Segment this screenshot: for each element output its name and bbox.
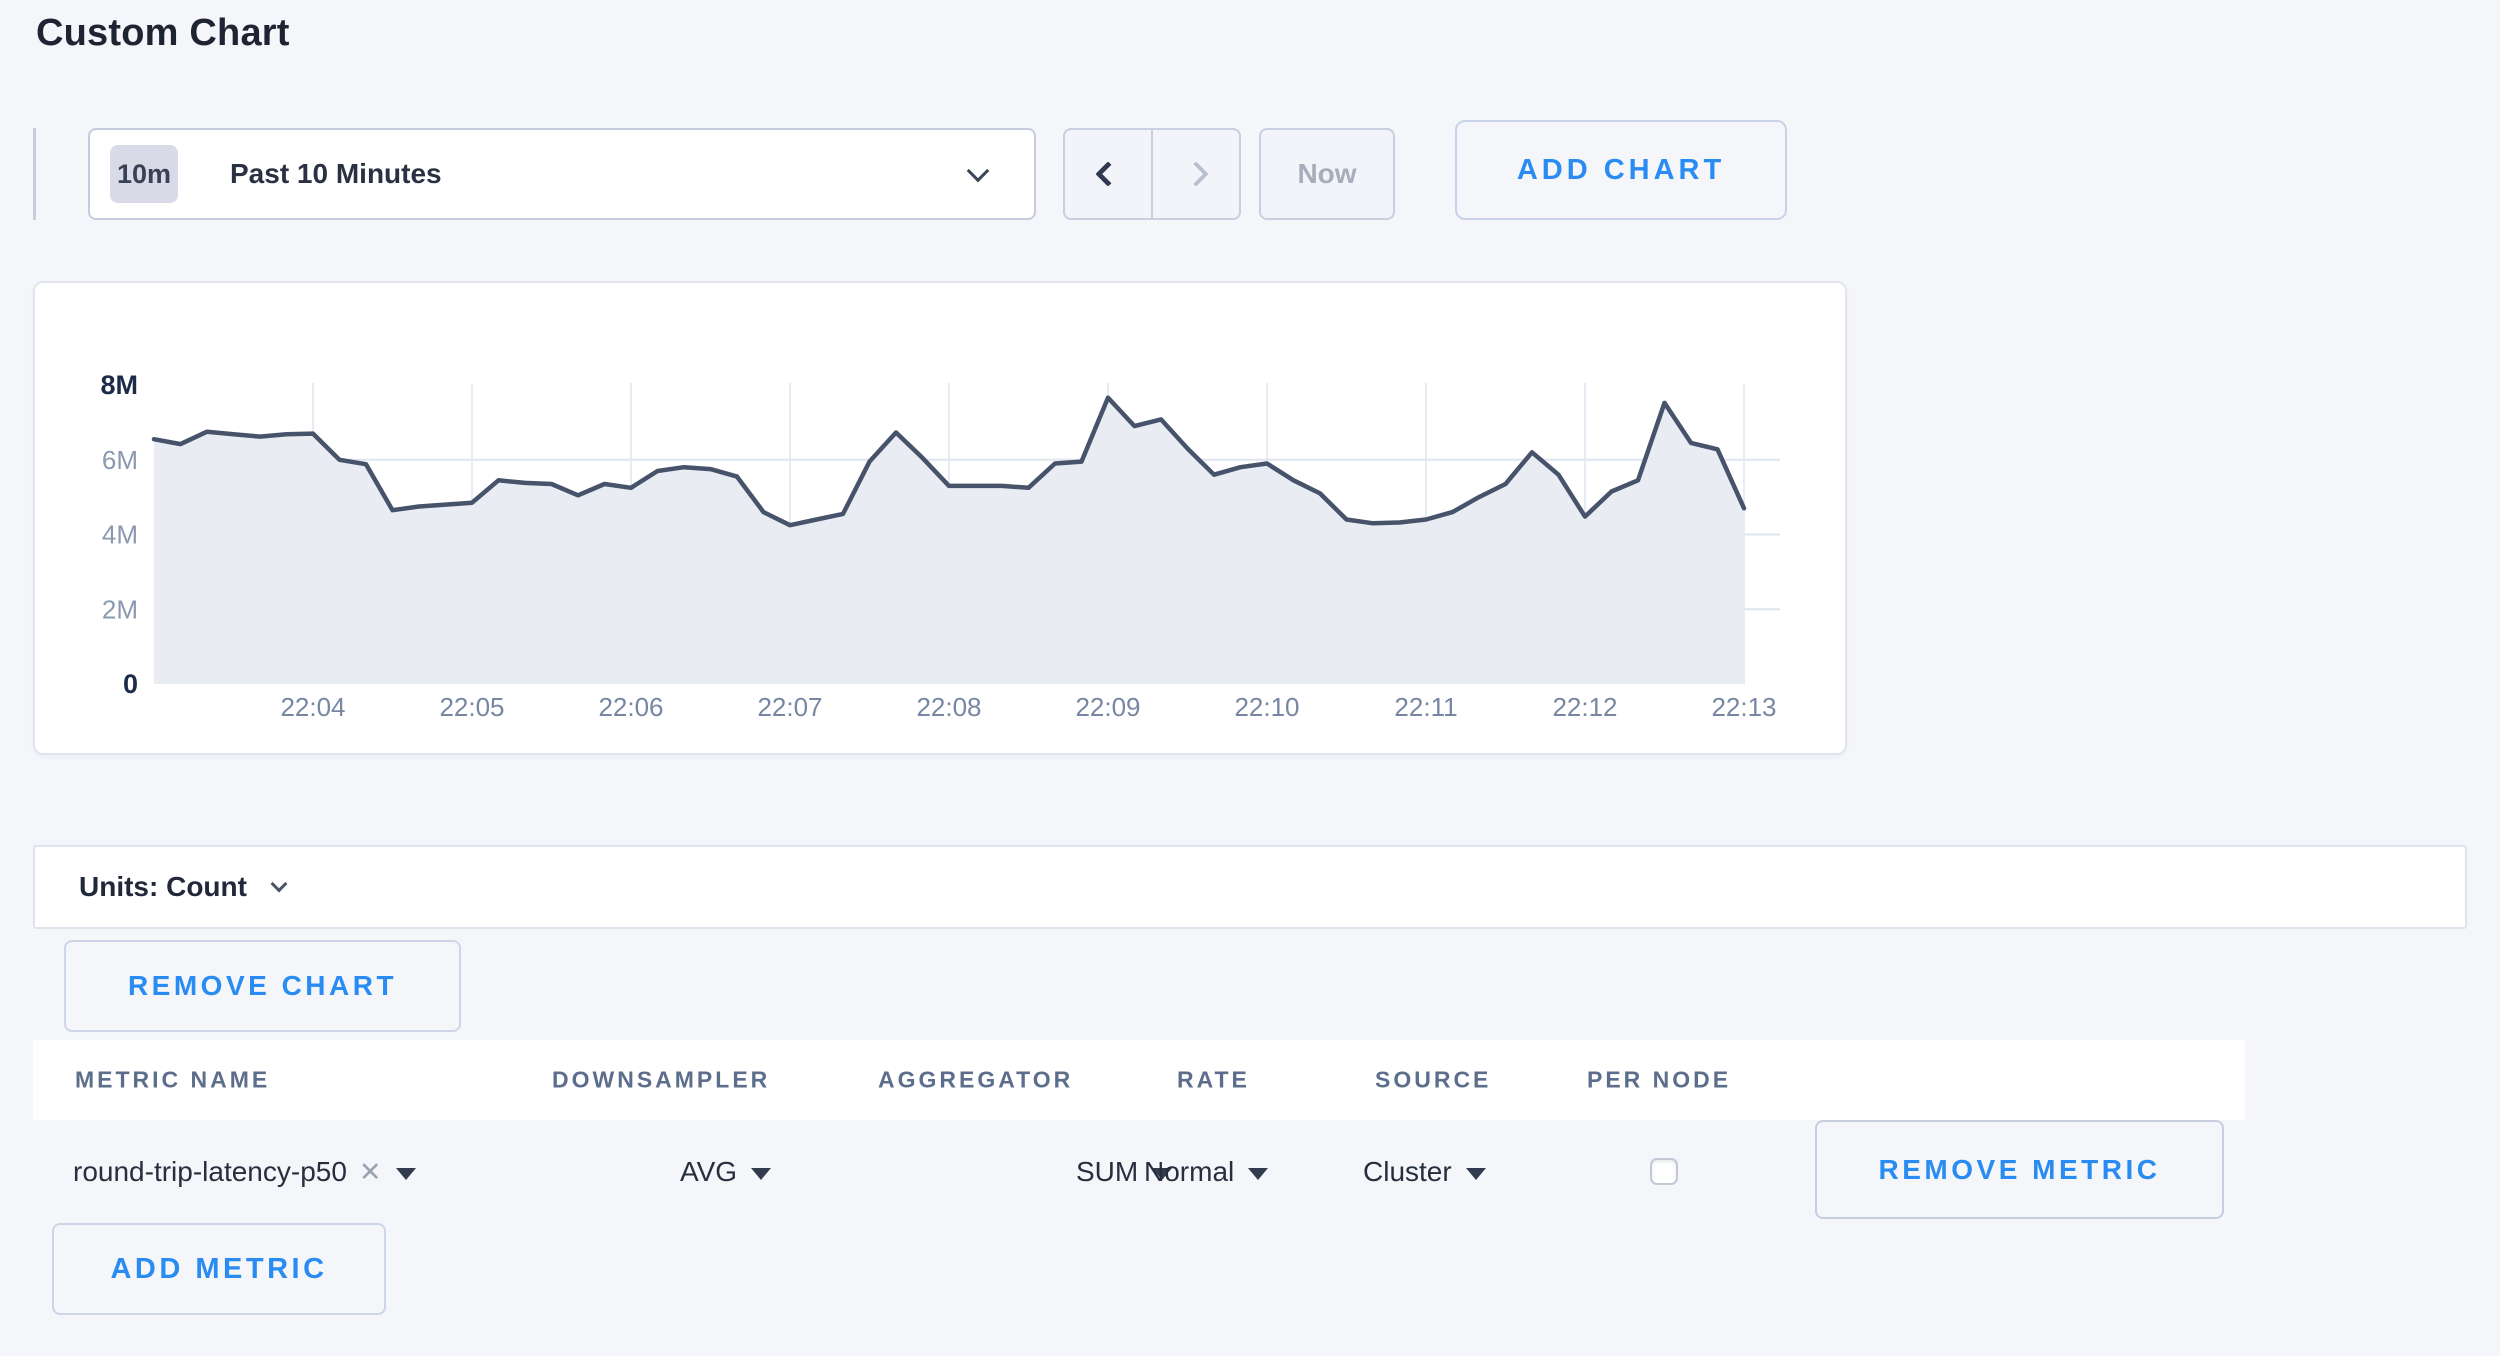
caret-down-icon: [751, 1168, 771, 1180]
chevron-down-icon: [967, 160, 990, 183]
metrics-table-header: METRIC NAME DOWNSAMPLER AGGREGATOR RATE …: [33, 1040, 2245, 1120]
metric-name-value: round-trip-latency-p50: [73, 1156, 347, 1188]
metric-row: round-trip-latency-p50 ✕ AVG SUM Normal …: [33, 1120, 2467, 1224]
remove-chart-button[interactable]: REMOVE CHART: [64, 940, 461, 1032]
column-header-aggregator: AGGREGATOR: [878, 1067, 1073, 1094]
chevron-left-icon: [1095, 161, 1120, 186]
svg-text:22:06: 22:06: [598, 692, 663, 722]
units-label: Units: Count: [79, 871, 247, 903]
source-value: Cluster: [1363, 1156, 1452, 1188]
prev-time-button[interactable]: [1065, 130, 1151, 218]
svg-text:22:08: 22:08: [916, 692, 981, 722]
column-header-metric-name: METRIC NAME: [75, 1067, 270, 1094]
svg-text:0: 0: [123, 669, 138, 699]
rate-value: Normal: [1144, 1156, 1234, 1188]
column-header-downsampler: DOWNSAMPLER: [552, 1067, 770, 1094]
timeseries-area-chart[interactable]: 0 2M 4M 6M 8M 22:04 22:05 22:06 22:07 22:08 22:09 2…: [35, 283, 1845, 753]
svg-text:6M: 6M: [102, 445, 138, 475]
aggregator-value: SUM: [1076, 1156, 1138, 1188]
chart-card: 0 2M 4M 6M 8M 22:04 22:05 22:06 22:07 22:08 22:09 2…: [33, 281, 1847, 755]
svg-text:22:11: 22:11: [1394, 692, 1457, 722]
page-title: Custom Chart: [36, 12, 290, 55]
chevron-right-icon: [1183, 161, 1208, 186]
per-node-checkbox[interactable]: [1650, 1158, 1678, 1185]
remove-metric-button[interactable]: REMOVE METRIC: [1815, 1120, 2224, 1219]
caret-down-icon: [1248, 1168, 1268, 1180]
svg-text:22:04: 22:04: [280, 692, 345, 722]
svg-text:22:07: 22:07: [757, 692, 822, 722]
remove-metric-tag-icon[interactable]: ✕: [359, 1157, 382, 1188]
time-range-dropdown[interactable]: 10m Past 10 Minutes: [88, 128, 1036, 220]
units-dropdown[interactable]: Units: Count: [33, 845, 2467, 929]
svg-text:8M: 8M: [100, 370, 138, 400]
column-header-per-node: PER NODE: [1587, 1067, 1731, 1094]
caret-down-icon: [1466, 1168, 1486, 1180]
chevron-down-icon: [270, 876, 287, 893]
svg-text:4M: 4M: [102, 520, 138, 550]
downsampler-value: AVG: [680, 1156, 737, 1188]
now-button[interactable]: Now: [1259, 128, 1395, 220]
downsampler-dropdown[interactable]: AVG: [680, 1156, 771, 1188]
custom-chart-page: Custom Chart 10m Past 10 Minutes Now ADD…: [0, 0, 2500, 1356]
svg-text:22:05: 22:05: [439, 692, 504, 722]
svg-text:22:13: 22:13: [1711, 692, 1776, 722]
toolbar-left-rule: [33, 128, 36, 220]
add-chart-button[interactable]: ADD CHART: [1455, 120, 1787, 220]
svg-text:22:10: 22:10: [1234, 692, 1299, 722]
source-dropdown[interactable]: Cluster: [1363, 1156, 1486, 1188]
rate-dropdown[interactable]: Normal: [1144, 1156, 1268, 1188]
column-header-rate: RATE: [1177, 1067, 1250, 1094]
time-range-badge: 10m: [110, 145, 178, 203]
svg-text:22:09: 22:09: [1075, 692, 1140, 722]
svg-text:2M: 2M: [102, 594, 138, 624]
time-range-label: Past 10 Minutes: [230, 158, 442, 190]
next-time-button[interactable]: [1151, 130, 1239, 218]
time-pager: [1063, 128, 1241, 220]
metric-name-dropdown[interactable]: round-trip-latency-p50 ✕: [73, 1156, 416, 1188]
svg-text:22:12: 22:12: [1552, 692, 1617, 722]
add-metric-button[interactable]: ADD METRIC: [52, 1223, 386, 1315]
caret-down-icon: [396, 1168, 416, 1180]
column-header-source: SOURCE: [1375, 1067, 1491, 1094]
